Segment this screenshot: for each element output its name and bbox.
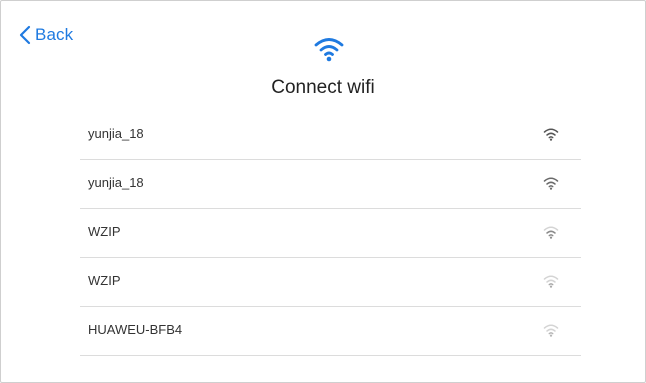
wifi-network-name: HUAWEU-BFB4 bbox=[88, 322, 183, 337]
signal-arc bbox=[548, 234, 554, 237]
wifi-network-row[interactable]: HUAWEU-BFB4 bbox=[80, 307, 581, 356]
wifi-network-name: WZIP bbox=[88, 224, 121, 239]
signal-arc bbox=[543, 275, 559, 280]
signal-dot bbox=[549, 138, 553, 141]
signal-dot bbox=[549, 187, 553, 190]
signal-arc bbox=[543, 177, 559, 182]
signal-dot bbox=[549, 285, 553, 288]
wifi-signal-icon bbox=[543, 177, 559, 190]
signal-arc bbox=[548, 185, 554, 188]
signal-arc bbox=[546, 230, 556, 234]
wifi-network-row[interactable]: WZIP bbox=[80, 258, 581, 307]
signal-arc bbox=[548, 332, 554, 335]
signal-arc bbox=[546, 279, 556, 283]
wifi-network-name: yunjia_18 bbox=[88, 126, 144, 141]
wifi-network-name: WZIP bbox=[88, 273, 121, 288]
back-label: Back bbox=[35, 25, 74, 44]
signal-arc bbox=[543, 128, 559, 133]
signal-arc bbox=[546, 181, 556, 185]
wifi-icon bbox=[314, 38, 344, 62]
wifi-network-row[interactable]: yunjia_18 bbox=[80, 160, 581, 209]
wifi-network-row[interactable]: WZIP bbox=[80, 209, 581, 258]
wifi-signal-icon bbox=[543, 275, 559, 288]
wifi-settings-screen: Back Connect wifi yunjia_18 yunjia_18 WZ… bbox=[0, 0, 646, 383]
wifi-network-row[interactable]: yunjia_18 bbox=[80, 111, 581, 160]
signal-dot bbox=[549, 236, 553, 239]
signal-arc bbox=[546, 132, 556, 136]
wifi-signal-icon bbox=[543, 226, 559, 239]
signal-dot bbox=[549, 334, 553, 337]
wifi-signal-icon bbox=[543, 324, 559, 337]
page-title: Connect wifi bbox=[271, 77, 375, 98]
signal-arc bbox=[548, 283, 554, 286]
chevron-left-icon bbox=[19, 25, 31, 45]
signal-arc bbox=[543, 226, 559, 231]
signal-arc bbox=[548, 136, 554, 139]
signal-arc bbox=[546, 328, 556, 332]
wifi-signal-icon bbox=[543, 128, 559, 141]
back-button[interactable]: Back bbox=[19, 25, 73, 45]
wifi-network-list: yunjia_18 yunjia_18 WZIP WZIP HUAWEU-BFB… bbox=[80, 111, 581, 356]
wifi-network-name: yunjia_18 bbox=[88, 175, 144, 190]
signal-arc bbox=[543, 324, 559, 329]
